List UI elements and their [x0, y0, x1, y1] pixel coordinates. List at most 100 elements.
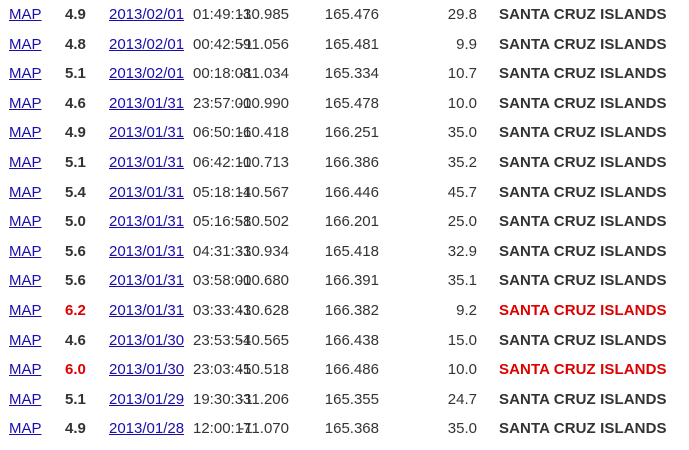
date-link[interactable]: 2013/01/31 — [109, 207, 184, 237]
map-link[interactable]: MAP — [9, 207, 42, 237]
table-row: MAP 4.9 2013/01/31 06:50:16 -10.418 166.251 35… — [0, 118, 689, 148]
region-name: SANTA CRUZ ISLANDS — [499, 213, 667, 231]
date-link[interactable]: 2013/01/31 — [109, 148, 184, 178]
date-link[interactable]: 2013/02/01 — [109, 0, 184, 30]
longitude: 166.386 — [324, 154, 379, 171]
latitude: -11.034 — [239, 65, 289, 83]
magnitude: 5.6 — [65, 242, 86, 260]
longitude: 166.486 — [324, 361, 379, 379]
latitude: -10.990 — [238, 94, 289, 112]
longitude: 166.251 — [324, 124, 379, 142]
map-link[interactable]: MAP — [9, 118, 42, 148]
latitude: -10.934 — [238, 242, 289, 260]
depth: 10.7 — [447, 65, 477, 83]
map-link[interactable]: MAP — [9, 89, 42, 119]
magnitude: 5.1 — [65, 154, 86, 171]
date-link[interactable]: 2013/01/28 — [109, 414, 184, 444]
region-name: SANTA CRUZ ISLANDS — [499, 35, 667, 53]
longitude: 165.481 — [324, 35, 379, 53]
map-link[interactable]: MAP — [9, 237, 42, 267]
longitude: 166.201 — [324, 213, 379, 231]
map-link[interactable]: MAP — [9, 355, 42, 385]
depth: 15.0 — [447, 331, 477, 349]
region-name: SANTA CRUZ ISLANDS — [499, 65, 667, 83]
table-row: MAP 5.6 2013/01/31 03:58:00 -10.680 166.391 35… — [0, 266, 689, 296]
longitude: 165.355 — [324, 390, 379, 408]
map-link[interactable]: MAP — [9, 148, 42, 178]
depth: 10.0 — [447, 94, 477, 112]
table-row: MAP 5.6 2013/01/31 04:31:33 -10.934 165.418 32… — [0, 237, 689, 267]
map-link[interactable]: MAP — [9, 385, 42, 415]
map-link[interactable]: MAP — [9, 59, 42, 89]
latitude: -10.518 — [238, 361, 289, 379]
depth: 29.8 — [447, 6, 477, 23]
region-name: SANTA CRUZ ISLANDS — [499, 331, 667, 349]
latitude: -11.206 — [239, 390, 289, 408]
region-name: SANTA CRUZ ISLANDS — [499, 94, 667, 112]
latitude: -10.502 — [238, 213, 289, 231]
date-link[interactable]: 2013/01/29 — [109, 385, 184, 415]
longitude: 166.391 — [324, 272, 379, 290]
latitude: -10.418 — [238, 124, 289, 142]
table-row: MAP 5.1 2013/02/01 00:18:08 -11.034 165.334 10… — [0, 59, 689, 89]
longitude: 166.446 — [324, 183, 379, 201]
latitude: -11.056 — [239, 35, 289, 53]
date-link[interactable]: 2013/01/31 — [109, 118, 184, 148]
longitude: 166.438 — [324, 331, 379, 349]
table-row: MAP 4.6 2013/01/30 23:53:54 -10.565 166.438 15… — [0, 326, 689, 356]
depth: 35.2 — [447, 154, 477, 171]
region-name: SANTA CRUZ ISLANDS — [499, 124, 667, 142]
longitude: 166.382 — [324, 302, 379, 319]
date-link[interactable]: 2013/02/01 — [109, 59, 184, 89]
magnitude: 4.8 — [65, 35, 86, 53]
map-link[interactable]: MAP — [9, 296, 42, 326]
table-row: MAP 5.1 2013/01/29 19:30:33 -11.206 165.355 24… — [0, 385, 689, 415]
longitude: 165.476 — [324, 6, 379, 23]
latitude: -10.985 — [238, 6, 289, 23]
magnitude: 5.1 — [65, 65, 86, 83]
date-link[interactable]: 2013/01/31 — [109, 296, 184, 326]
magnitude: 4.6 — [65, 94, 86, 112]
depth: 25.0 — [447, 213, 477, 231]
table-row: MAP 5.1 2013/01/31 06:42:10 -10.713 166.386 35… — [0, 148, 689, 178]
date-link[interactable]: 2013/01/30 — [109, 355, 184, 385]
region-name: SANTA CRUZ ISLANDS — [499, 361, 667, 379]
magnitude: 4.9 — [65, 124, 86, 142]
depth: 9.2 — [456, 302, 477, 319]
date-link[interactable]: 2013/02/01 — [109, 30, 184, 60]
region-name: SANTA CRUZ ISLANDS — [499, 242, 667, 260]
depth: 35.1 — [447, 272, 477, 290]
depth: 24.7 — [447, 390, 477, 408]
region-name: SANTA CRUZ ISLANDS — [499, 272, 667, 290]
magnitude: 6.0 — [65, 361, 86, 379]
magnitude: 5.6 — [65, 272, 86, 290]
depth: 35.0 — [447, 124, 477, 142]
map-link[interactable]: MAP — [9, 326, 42, 356]
table-row: MAP 4.8 2013/02/01 00:42:59 -11.056 165.481 9.… — [0, 30, 689, 60]
latitude: -10.713 — [238, 154, 289, 171]
latitude: -10.628 — [238, 302, 289, 319]
date-link[interactable]: 2013/01/31 — [109, 266, 184, 296]
date-link[interactable]: 2013/01/31 — [109, 178, 184, 208]
region-name: SANTA CRUZ ISLANDS — [499, 154, 667, 171]
table-row: MAP 5.4 2013/01/31 05:18:14 -10.567 166.446 45… — [0, 178, 689, 208]
magnitude: 5.1 — [65, 390, 86, 408]
table-row: MAP 4.9 2013/01/28 12:00:17 -11.070 165.368 35… — [0, 414, 689, 444]
map-link[interactable]: MAP — [9, 414, 42, 444]
date-link[interactable]: 2013/01/31 — [109, 237, 184, 267]
table-row: MAP 6.2 2013/01/31 03:33:43 -10.628 166.382 9.… — [0, 296, 689, 326]
region-name: SANTA CRUZ ISLANDS — [499, 390, 667, 408]
latitude: -10.680 — [238, 272, 289, 290]
depth: 10.0 — [447, 361, 477, 379]
date-link[interactable]: 2013/01/31 — [109, 89, 184, 119]
map-link[interactable]: MAP — [9, 0, 42, 30]
region-name: SANTA CRUZ ISLANDS — [499, 183, 667, 201]
map-link[interactable]: MAP — [9, 30, 42, 60]
table-row: MAP 4.9 2013/02/01 01:49:13 -10.985 165.476 29… — [0, 0, 689, 30]
map-link[interactable]: MAP — [9, 178, 42, 208]
region-name: SANTA CRUZ ISLANDS — [499, 302, 667, 319]
map-link[interactable]: MAP — [9, 266, 42, 296]
latitude: -10.567 — [238, 183, 289, 201]
table-row: MAP 4.6 2013/01/31 23:57:00 -10.990 165.478 10… — [0, 89, 689, 119]
date-link[interactable]: 2013/01/30 — [109, 326, 184, 356]
